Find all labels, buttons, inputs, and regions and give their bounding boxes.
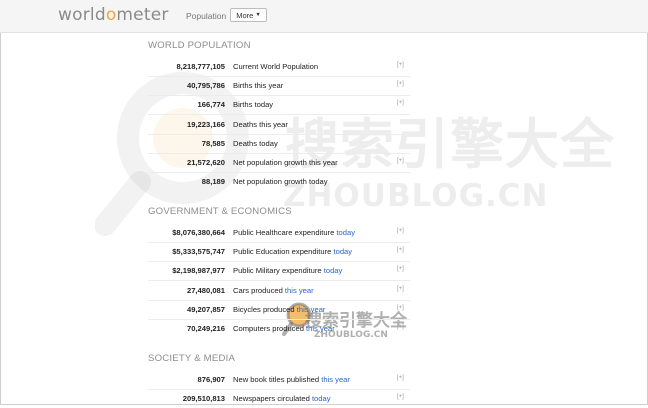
counter-row: $8,076,380,664 Public Healthcare expendit… — [148, 223, 410, 243]
worldometer-logo[interactable]: worldometer — [58, 5, 169, 25]
counter-label: Current World Population — [233, 62, 319, 71]
counter-label: Computers produced this year — [233, 324, 335, 333]
expand-icon[interactable]: [+] — [397, 81, 404, 87]
counter-label: Newspapers circulated today — [233, 394, 331, 404]
counter-row: 27,480,081 Cars produced this year [+] — [148, 281, 410, 301]
counter-row: 21,572,620 Net population growth this yea… — [148, 153, 410, 173]
counter-label: Net population growth this year — [233, 158, 338, 167]
logo-text-prefix: world — [58, 5, 106, 25]
expand-icon[interactable]: [+] — [397, 266, 404, 272]
expand-icon[interactable]: [+] — [397, 100, 404, 106]
section-title: WORLD POPULATION — [148, 40, 251, 51]
counter-row: 8,218,777,105 Current World Population [+] — [148, 57, 410, 77]
expand-icon[interactable]: [+] — [397, 305, 404, 311]
counter-label: Net population growth today — [233, 177, 328, 187]
counter-value: 21,572,620 — [186, 158, 225, 167]
more-dropdown-button[interactable]: More ▼ — [230, 8, 267, 22]
expand-icon[interactable]: [+] — [397, 394, 404, 400]
counter-label: Bicycles produced this year — [233, 304, 326, 314]
counter-value: 49,207,857 — [186, 304, 225, 314]
counter-value: $8,076,380,664 — [172, 228, 225, 237]
counter-period-link[interactable]: this year — [285, 286, 314, 295]
counter-value: 40,795,786 — [186, 81, 225, 91]
counter-label: Cars produced this year — [233, 285, 314, 295]
counter-label: New book titles published this year — [233, 375, 350, 384]
counter-label: Births this year — [233, 81, 284, 91]
counter-row: $5,333,575,747 Public Education expenditu… — [148, 242, 410, 263]
counter-value: 8,218,777,105 — [176, 62, 225, 71]
logo-accent-letter: o — [105, 5, 117, 25]
counter-period-link[interactable]: today — [333, 247, 352, 256]
expand-icon[interactable]: [+] — [397, 247, 404, 253]
counter-period-link[interactable]: today — [336, 228, 355, 237]
counter-row: 209,510,813 Newspapers circulated today [+… — [148, 389, 410, 408]
counter-label: Deaths today — [233, 138, 278, 148]
section-title: GOVERNMENT & ECONOMICS — [148, 206, 292, 217]
counter-value: 88,189 — [201, 177, 225, 187]
counter-value: 209,510,813 — [182, 394, 225, 404]
counter-period-link[interactable]: today — [312, 394, 331, 403]
counter-period-link[interactable]: this year — [306, 324, 335, 333]
counter-value: 78,585 — [201, 138, 225, 148]
counter-row: 49,207,857 Bicycles produced this year [+] — [148, 300, 410, 320]
expand-icon[interactable]: [+] — [397, 375, 404, 381]
more-label: More — [236, 10, 254, 20]
counter-value: $5,333,575,747 — [172, 247, 225, 257]
expand-icon[interactable]: [+] — [397, 228, 404, 234]
counter-row: 876,907 New book titles published this ye… — [148, 370, 410, 390]
expand-icon[interactable]: [+] — [397, 286, 404, 292]
top-navbar: worldometer Population More ▼ — [0, 0, 648, 33]
counter-period-link[interactable]: this year — [321, 375, 350, 384]
nav-population-link[interactable]: Population — [186, 11, 226, 21]
counter-value: $2,198,987,977 — [172, 266, 225, 276]
counter-period-link[interactable]: this year — [297, 305, 326, 314]
counter-row: 78,585 Deaths today — [148, 134, 410, 154]
logo-text-suffix: meter — [116, 5, 169, 25]
counter-label: Deaths this year — [233, 119, 288, 129]
counter-value: 70,249,216 — [186, 324, 225, 333]
counter-row: 166,774 Births today [+] — [148, 95, 410, 116]
expand-icon[interactable]: [+] — [397, 158, 404, 164]
counter-row: 19,223,166 Deaths this year — [148, 115, 410, 135]
section-title: SOCIETY & MEDIA — [148, 353, 236, 364]
counter-label: Public Military expenditure today — [233, 266, 343, 276]
counter-row: 88,189 Net population growth today — [148, 172, 410, 191]
counter-value: 27,480,081 — [186, 285, 225, 295]
caret-down-icon: ▼ — [255, 12, 261, 18]
counter-period-link[interactable]: today — [324, 266, 343, 275]
counter-label: Public Education expenditure today — [233, 247, 353, 257]
expand-icon[interactable]: [+] — [397, 324, 404, 330]
counter-label: Births today — [233, 100, 274, 110]
counter-value: 19,223,166 — [186, 119, 225, 129]
counter-row: 70,249,216 Computers produced this year [+… — [148, 319, 410, 338]
counter-value: 166,774 — [197, 100, 225, 110]
counter-value: 876,907 — [197, 375, 225, 384]
counter-label: Public Healthcare expenditure today — [233, 228, 355, 237]
counter-row: $2,198,987,977 Public Military expenditur… — [148, 261, 410, 282]
counter-row: 40,795,786 Births this year [+] — [148, 76, 410, 97]
expand-icon[interactable]: [+] — [397, 62, 404, 68]
